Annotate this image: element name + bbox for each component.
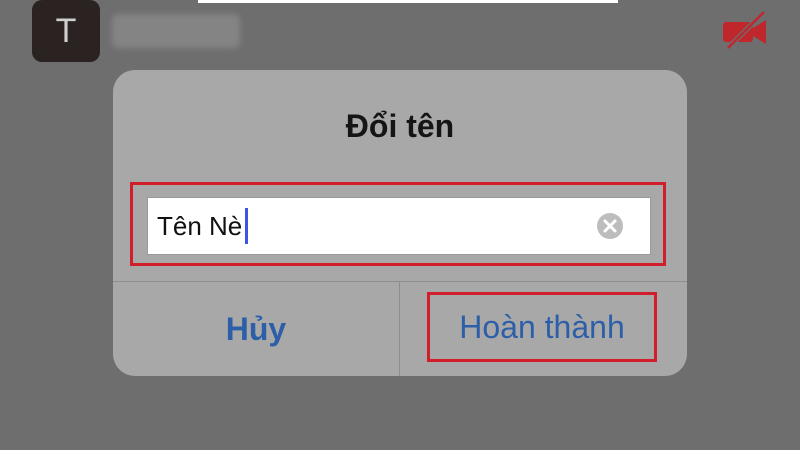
done-button[interactable]: Hoàn thành xyxy=(400,282,687,376)
video-off-icon[interactable] xyxy=(720,10,770,50)
avatar-letter: T xyxy=(55,12,77,50)
dialog-title: Đổi tên xyxy=(345,108,455,144)
clear-icon[interactable] xyxy=(596,212,624,240)
done-button-label: Hoàn thành xyxy=(459,309,625,345)
cancel-button[interactable]: Hủy xyxy=(113,282,399,376)
name-input[interactable]: Tên Nè xyxy=(147,197,651,255)
top-bar: T xyxy=(0,0,800,62)
avatar[interactable]: T xyxy=(32,0,100,62)
name-input-value: Tên Nè xyxy=(157,211,243,241)
top-edge-strip xyxy=(198,0,618,3)
blurred-participant-name xyxy=(112,14,240,48)
rename-dialog: Đổi tên Tên Nè Hủy Hoàn thành xyxy=(113,70,687,376)
text-cursor xyxy=(245,208,248,244)
